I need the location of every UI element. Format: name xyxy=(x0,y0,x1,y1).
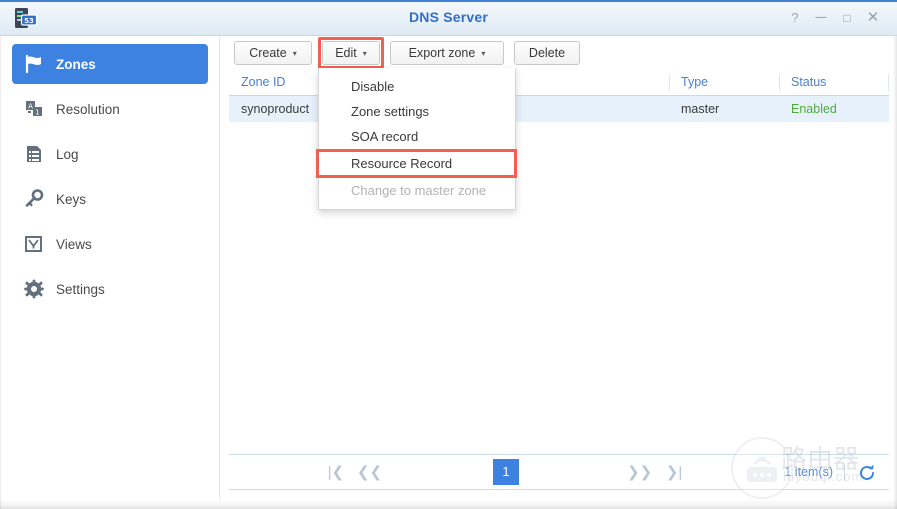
export-zone-button[interactable]: Export zone ▾ xyxy=(390,41,504,65)
gear-icon xyxy=(20,277,48,301)
window-bottom-shadow xyxy=(0,499,897,509)
log-icon xyxy=(20,142,48,166)
footer-divider xyxy=(844,465,845,481)
chevron-down-icon: ▾ xyxy=(292,49,297,58)
svg-text:1: 1 xyxy=(35,109,39,117)
views-icon xyxy=(20,232,48,256)
resolution-icon: A 1 xyxy=(20,97,48,121)
menu-item-disable[interactable]: Disable xyxy=(319,74,515,99)
flag-icon xyxy=(20,52,48,76)
page-title: DNS Server xyxy=(408,9,489,25)
maximize-icon[interactable]: □ xyxy=(837,9,857,27)
pagination-bar: |❮ ❮❮ 1 ❯❯ ❯| 1 item(s) xyxy=(229,454,889,490)
sidebar: Zones A 1 Resolution Log Keys Views Sett… xyxy=(0,36,220,499)
edit-button-label: Edit xyxy=(335,46,357,60)
delete-button-label: Delete xyxy=(528,46,566,60)
titlebar-accent-line xyxy=(0,0,897,2)
status-badge: Enabled xyxy=(791,102,837,116)
window-titlebar: 53 DNS Server ? ─ □ ✕ xyxy=(0,0,897,36)
content-area: Create ▾ Edit ▾ Export zone ▾ Delete Zon… xyxy=(221,36,897,499)
sidebar-item-views[interactable]: Views xyxy=(12,224,208,264)
dns-server-window: 53 DNS Server ? ─ □ ✕ Zones A 1 Resoluti… xyxy=(0,0,897,509)
item-count-label: 1 item(s) xyxy=(784,465,833,479)
chevron-down-icon: ▾ xyxy=(362,49,367,58)
sidebar-item-label: Resolution xyxy=(56,101,120,117)
cell-status: Enabled xyxy=(779,96,889,122)
create-button[interactable]: Create ▾ xyxy=(234,41,312,65)
menu-item-soa-record[interactable]: SOA record xyxy=(319,124,515,149)
first-page-button[interactable]: |❮ xyxy=(325,462,347,484)
column-header-type[interactable]: Type xyxy=(669,70,779,95)
sidebar-item-label: Views xyxy=(56,236,92,252)
menu-item-change-to-master-zone: Change to master zone xyxy=(351,183,487,198)
sidebar-item-label: Keys xyxy=(56,191,87,207)
sidebar-item-resolution[interactable]: A 1 Resolution xyxy=(12,89,208,129)
close-icon[interactable]: ✕ xyxy=(863,9,883,27)
refresh-icon[interactable] xyxy=(857,463,877,483)
sidebar-item-label: Zones xyxy=(56,56,96,72)
minimize-icon[interactable]: ─ xyxy=(811,9,831,27)
menu-item-resource-record-wrapper: Resource Record xyxy=(316,149,517,178)
cell-type: master xyxy=(669,96,779,122)
svg-text:A: A xyxy=(28,103,33,111)
sidebar-item-zones[interactable]: Zones xyxy=(12,44,208,84)
export-zone-button-label: Export zone xyxy=(408,46,476,60)
cell-value: master xyxy=(681,102,720,116)
column-header-label: Status xyxy=(791,75,827,89)
column-divider[interactable] xyxy=(888,74,889,91)
toolbar: Create ▾ Edit ▾ Export zone ▾ Delete xyxy=(221,36,897,70)
sidebar-item-settings[interactable]: Settings xyxy=(12,269,208,309)
edit-dropdown-menu: Disable Zone settings SOA record Resourc… xyxy=(316,68,517,210)
create-button-label: Create xyxy=(249,46,287,60)
column-header-status[interactable]: Status xyxy=(779,70,889,95)
chevron-down-icon: ▾ xyxy=(481,49,486,58)
sidebar-item-label: Settings xyxy=(56,281,105,297)
current-page-button[interactable]: 1 xyxy=(493,459,519,485)
previous-page-button[interactable]: ❮❮ xyxy=(357,462,382,484)
sidebar-item-label: Log xyxy=(56,146,79,162)
menu-item-resource-record[interactable]: Resource Record xyxy=(319,151,515,176)
menu-item-zone-settings[interactable]: Zone settings xyxy=(319,99,515,124)
next-page-button[interactable]: ❯❯ xyxy=(627,462,652,484)
column-header-label: Type xyxy=(681,75,709,89)
sidebar-item-keys[interactable]: Keys xyxy=(12,179,208,219)
edit-button[interactable]: Edit ▾ xyxy=(322,41,380,65)
last-page-button[interactable]: ❯| xyxy=(663,462,685,484)
key-icon xyxy=(20,187,48,211)
sidebar-item-log[interactable]: Log xyxy=(12,134,208,174)
delete-button[interactable]: Delete xyxy=(514,41,580,65)
help-icon[interactable]: ? xyxy=(785,9,805,27)
